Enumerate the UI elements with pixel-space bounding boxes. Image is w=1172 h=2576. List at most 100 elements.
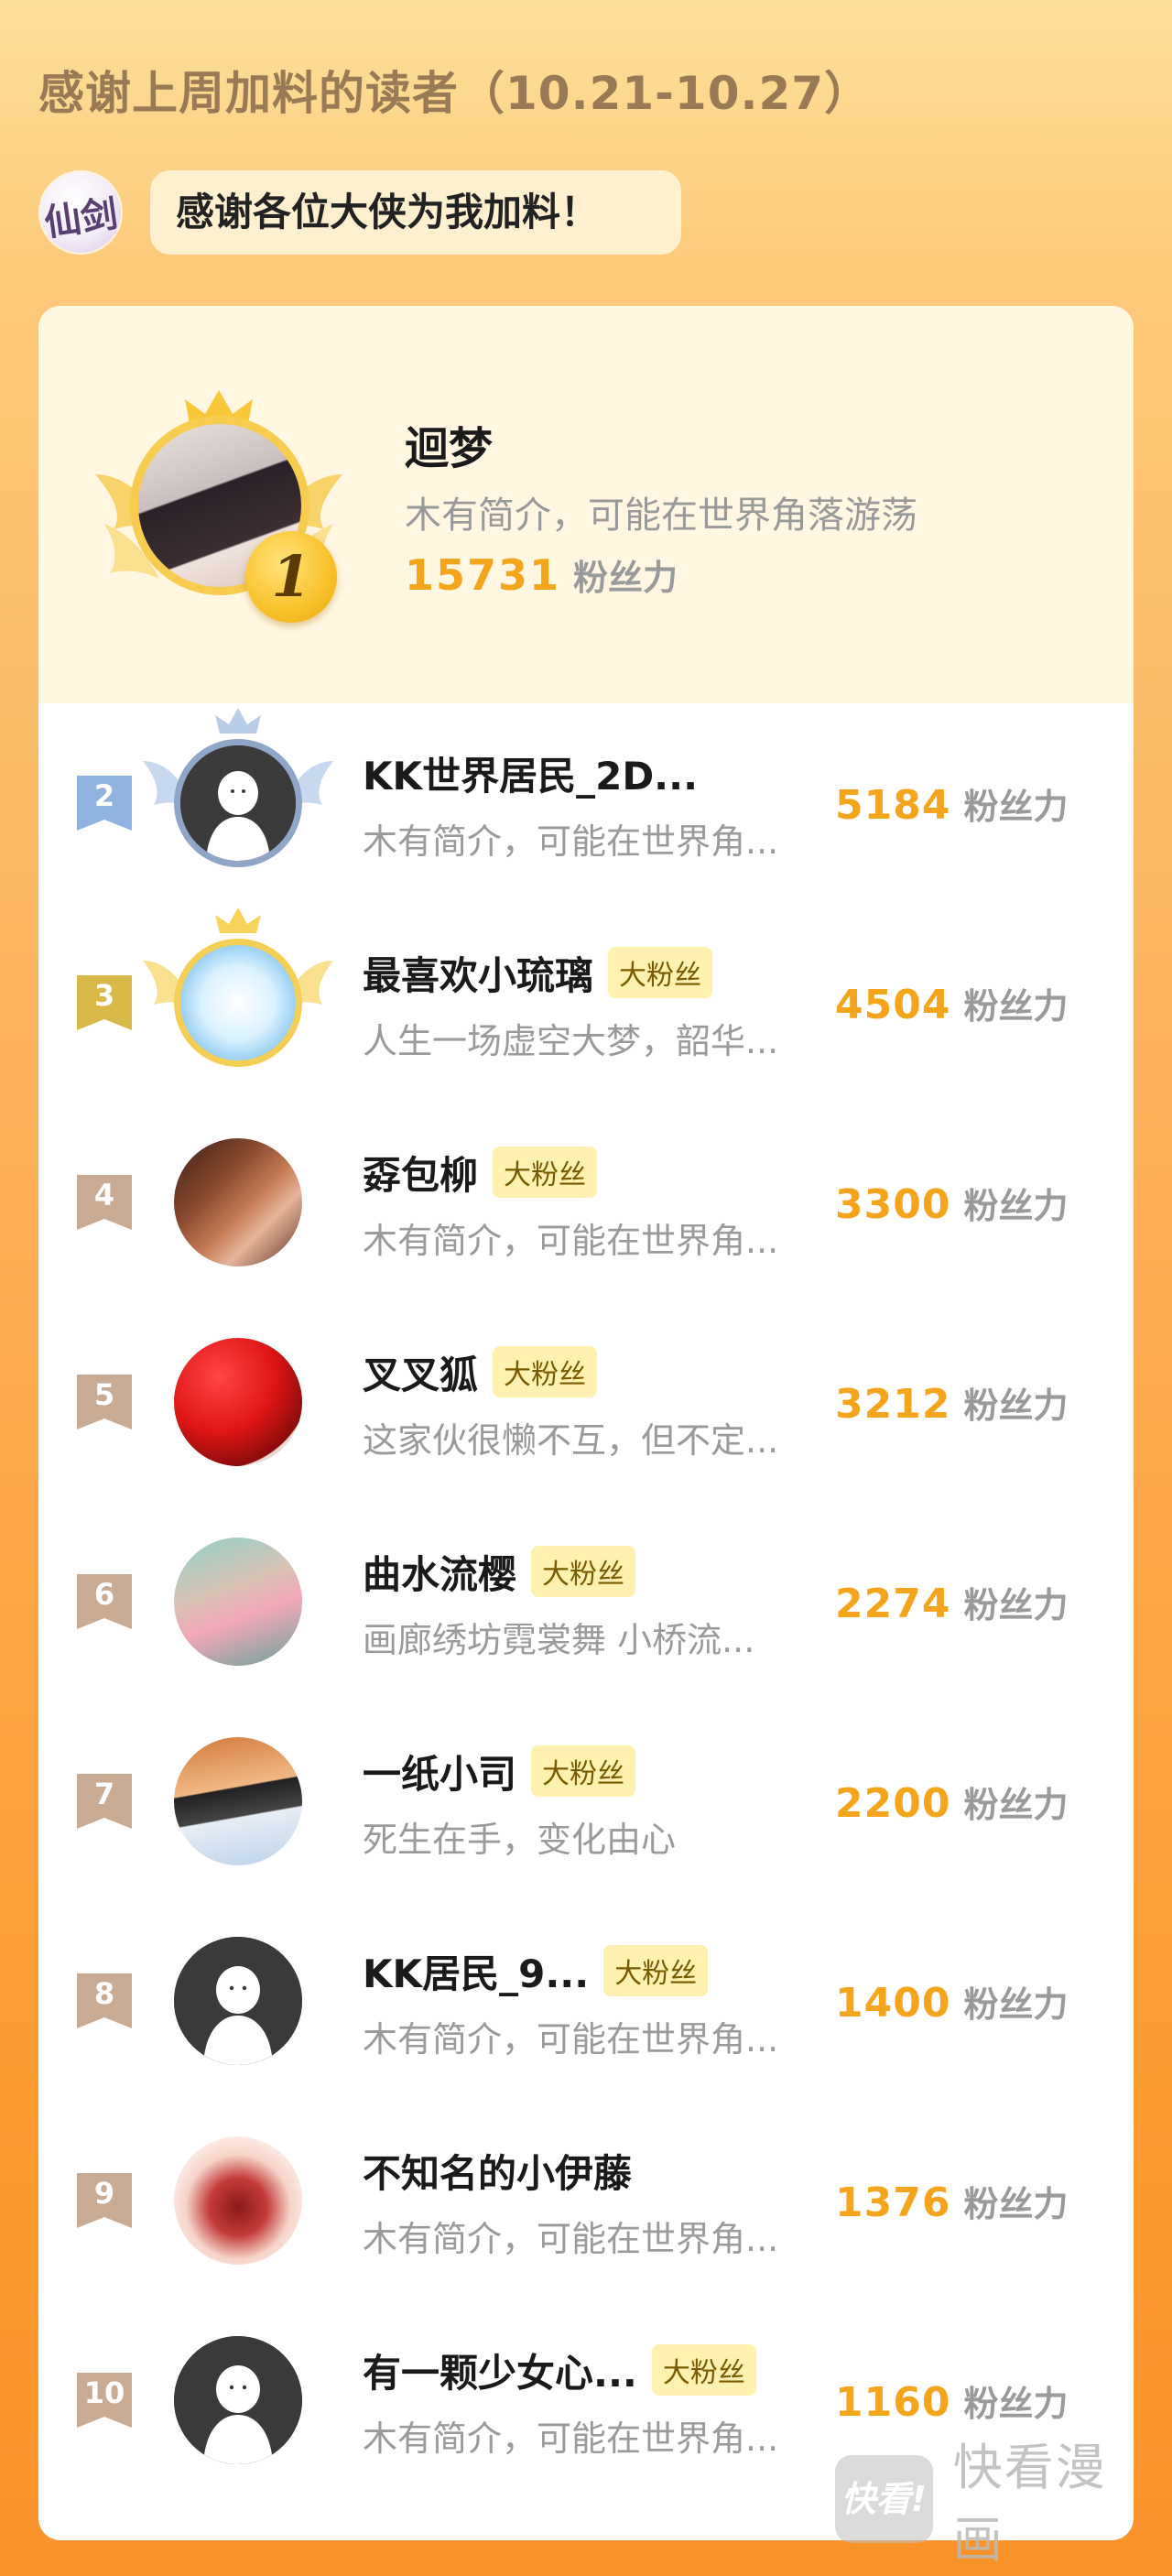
list-item[interactable]: 6 曲水流樱 大粉丝 画廊绣坊霓裳舞 小桥流... 2274 粉丝力: [38, 1502, 1134, 1701]
user-avatar[interactable]: [174, 1538, 302, 1666]
rank-number: 2: [93, 778, 115, 813]
fan-score: 1400 粉丝力: [835, 1976, 1068, 2027]
kuaikan-watermark: 快看! 快看漫画: [835, 2439, 1156, 2569]
list-item[interactable]: 9 不知名的小伊藤 木有简介，可能在世界角... 1376 粉丝力: [38, 2101, 1134, 2300]
fan-score-value: 2274: [835, 1581, 951, 1627]
list-item[interactable]: 4 孬包柳 大粉丝 木有简介，可能在世界角... 3300 粉丝力: [38, 1103, 1134, 1302]
user-bio: 木有简介，可能在世界角...: [363, 2019, 779, 2060]
rank-number: 4: [93, 1178, 115, 1212]
name-line: KK世界居民_2D...: [363, 745, 698, 800]
list-item[interactable]: 3 最喜欢小琉璃 大粉丝 人生一场虚空大梦，韶华... 4504 粉丝力: [38, 903, 1134, 1103]
big-fan-badge: 大粉丝: [493, 1346, 598, 1397]
rank-1-badge: 1: [245, 531, 337, 623]
top-fan-section[interactable]: 1 迴梦 木有简介，可能在世界角落游荡 15731 粉丝力: [38, 306, 1134, 703]
top-fan-score-unit: 粉丝力: [573, 558, 678, 598]
default-user-icon: [174, 1937, 302, 2065]
user-bio: 木有简介，可能在世界角...: [363, 1221, 779, 1261]
name-line: 曲水流樱 大粉丝: [363, 1544, 636, 1600]
fan-score-unit: 粉丝力: [963, 1186, 1069, 1226]
user-name[interactable]: 最喜欢小琉璃: [363, 945, 593, 1001]
name-line: 孬包柳 大粉丝: [363, 1145, 598, 1201]
user-bio: 木有简介，可能在世界角...: [363, 821, 779, 862]
user-avatar[interactable]: [174, 1937, 302, 2065]
default-user-icon: [174, 2336, 302, 2464]
fan-score-value: 3300: [835, 1181, 951, 1228]
fan-score-value: 1400: [835, 1980, 951, 2027]
rank-number: 7: [93, 1777, 115, 1811]
fan-score-unit: 粉丝力: [963, 1984, 1069, 2025]
fan-score-value: 5184: [835, 782, 951, 829]
top-fan-score: 15731 粉丝力: [405, 549, 678, 600]
avatar-wrap: [174, 1937, 302, 2065]
fan-leaderboard-card: 1 迴梦 木有简介，可能在世界角落游荡 15731 粉丝力 2 KK世界居民_2…: [38, 306, 1134, 2540]
avatar-wrap: [174, 1538, 302, 1666]
fan-score: 5184 粉丝力: [835, 778, 1068, 829]
fan-score-value: 4504: [835, 982, 951, 1028]
user-avatar[interactable]: [174, 2136, 302, 2265]
user-avatar[interactable]: [174, 1138, 302, 1266]
user-avatar[interactable]: [174, 939, 302, 1067]
avatar-wrap: [174, 2336, 302, 2464]
rank-number: 10: [83, 2375, 125, 2410]
fan-score-value: 1160: [835, 2379, 951, 2426]
kuaikan-logo-icon: 快看!: [835, 2455, 933, 2543]
fan-score-unit: 粉丝力: [963, 986, 1069, 1027]
user-bio: 死生在手，变化由心: [363, 1820, 677, 1860]
fan-score-value: 1376: [835, 2179, 951, 2226]
user-bio: 画廊绣坊霓裳舞 小桥流...: [363, 1620, 755, 1660]
big-fan-badge: 大粉丝: [493, 1147, 598, 1198]
avatar-wrap: [174, 2136, 302, 2265]
big-fan-badge: 大粉丝: [608, 947, 713, 998]
list-item[interactable]: 5 叉叉狐 大粉丝 这家伙很懒不互，但不定... 3212 粉丝力: [38, 1302, 1134, 1502]
name-line: 叉叉狐 大粉丝: [363, 1344, 598, 1400]
top-fan-name[interactable]: 迴梦: [405, 412, 493, 476]
user-name[interactable]: KK居民_9...: [363, 1943, 589, 1999]
fan-score-unit: 粉丝力: [963, 2184, 1069, 2224]
fan-score-unit: 粉丝力: [963, 1585, 1069, 1625]
fan-score: 2200 粉丝力: [835, 1777, 1068, 1827]
user-avatar[interactable]: [174, 739, 302, 867]
watermark-text: 快看漫画: [952, 2439, 1107, 2569]
user-name[interactable]: 不知名的小伊藤: [363, 2143, 632, 2199]
user-name[interactable]: 叉叉狐: [363, 1344, 478, 1400]
avatar-wrap: [174, 1737, 302, 1865]
user-avatar[interactable]: [174, 1338, 302, 1466]
user-name[interactable]: KK世界居民_2D...: [363, 745, 698, 801]
user-name[interactable]: 有一颗少女心...: [363, 2342, 637, 2398]
name-line: 有一颗少女心... 大粉丝: [363, 2342, 756, 2397]
user-avatar[interactable]: [174, 1737, 302, 1865]
top-fan-score-value: 15731: [405, 550, 561, 600]
user-bio: 木有简介，可能在世界角...: [363, 2418, 779, 2459]
fan-score: 4504 粉丝力: [835, 978, 1068, 1028]
list-item[interactable]: 2 KK世界居民_2D... 木有简介，可能在世界角... 5184 粉丝力: [38, 703, 1134, 903]
page-title: 感谢上周加料的读者（10.21-10.27）: [38, 67, 872, 120]
list-item[interactable]: 7 一纸小司 大粉丝 死生在手，变化由心 2200 粉丝力: [38, 1701, 1134, 1901]
user-bio: 这家伙很懒不互，但不定...: [363, 1420, 779, 1461]
rank-number: 9: [93, 2176, 115, 2211]
fan-score-value: 2200: [835, 1780, 951, 1827]
name-line: 最喜欢小琉璃 大粉丝: [363, 945, 713, 1001]
rank-number: 5: [93, 1377, 115, 1412]
fan-score: 1160 粉丝力: [835, 2375, 1068, 2426]
rank-number: 6: [93, 1577, 115, 1612]
user-name[interactable]: 孬包柳: [363, 1145, 478, 1201]
fan-score: 3300 粉丝力: [835, 1178, 1068, 1228]
name-line: KK居民_9... 大粉丝: [363, 1943, 709, 1999]
user-bio: 木有简介，可能在世界角...: [363, 2219, 779, 2259]
fan-score-unit: 粉丝力: [963, 787, 1069, 827]
big-fan-badge: 大粉丝: [651, 2344, 756, 2396]
author-avatar[interactable]: 仙剑: [38, 170, 123, 255]
user-name[interactable]: 曲水流樱: [363, 1544, 516, 1600]
user-avatar[interactable]: [174, 2336, 302, 2464]
fan-score: 1376 粉丝力: [835, 2176, 1068, 2226]
rank-number: 8: [93, 1976, 115, 2011]
user-bio: 人生一场虚空大梦，韶华...: [363, 1021, 779, 1061]
fan-score-unit: 粉丝力: [963, 2384, 1069, 2424]
thanks-speech-bubble: 感谢各位大侠为我加料！: [150, 170, 681, 255]
default-user-icon: [180, 745, 296, 861]
big-fan-badge: 大粉丝: [603, 1945, 709, 1996]
list-item[interactable]: 8 KK居民_9... 大粉丝 木有简介，可能在世界角... 1400 粉丝力: [38, 1901, 1134, 2101]
fan-score-unit: 粉丝力: [963, 1386, 1069, 1426]
avatar-wrap: [174, 1338, 302, 1466]
user-name[interactable]: 一纸小司: [363, 1744, 516, 1799]
